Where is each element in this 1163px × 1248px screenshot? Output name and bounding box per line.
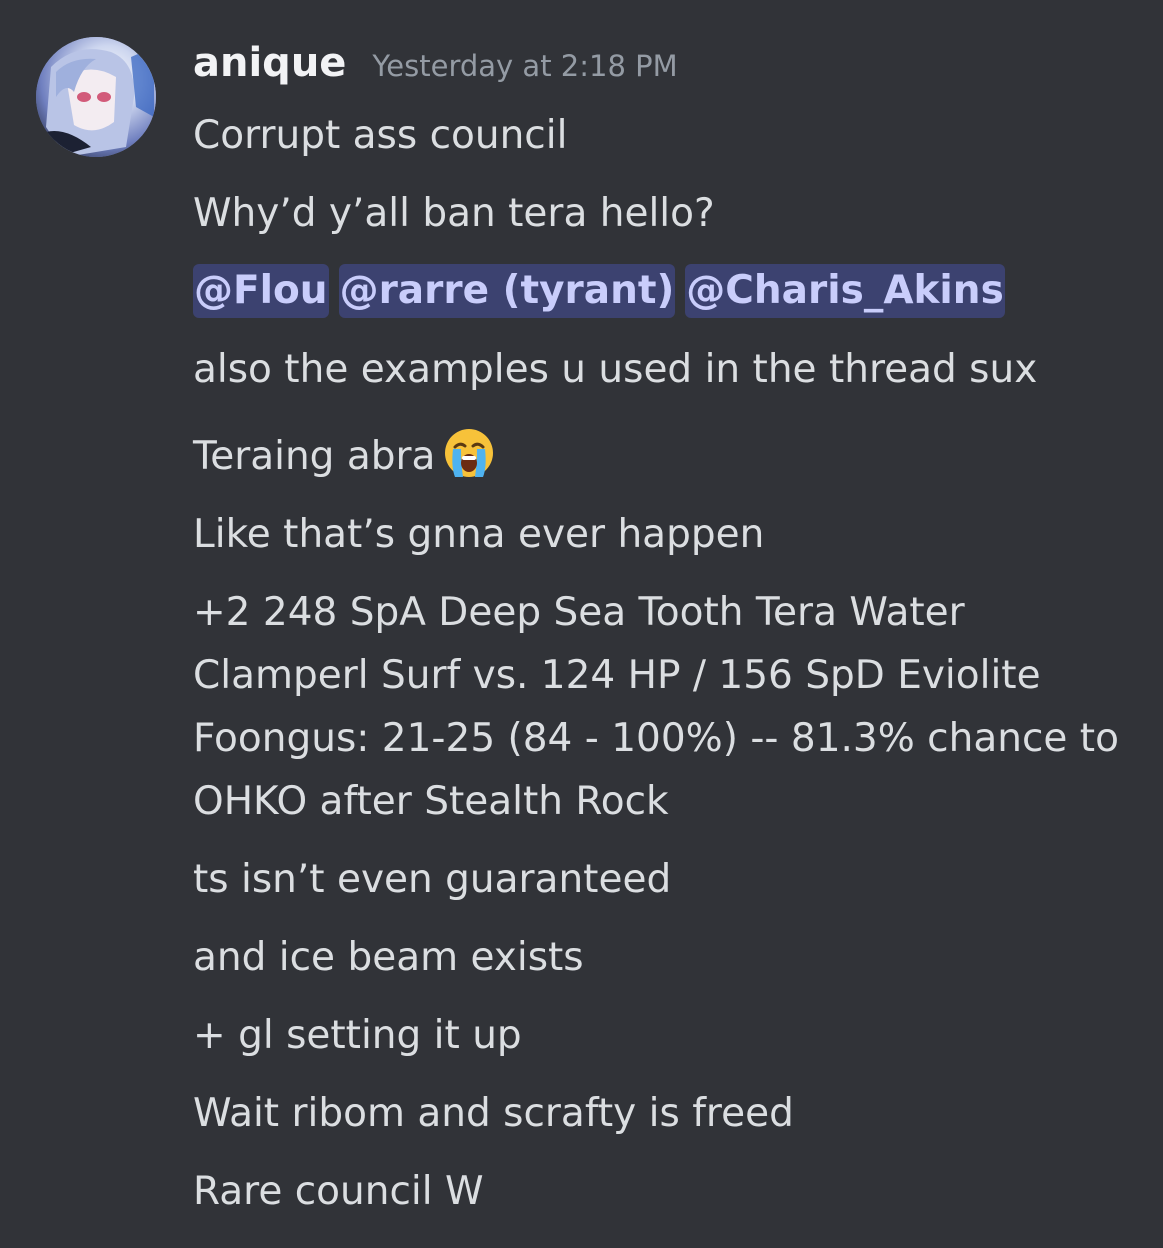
user-mention[interactable]: @rarre (tyrant) [338, 264, 676, 318]
damage-calc-line: +2 248 SpA Deep Sea Tooth Tera Water [193, 590, 965, 635]
message-line: also the examples u used in the thread s… [193, 347, 1038, 392]
damage-calc-line: Clamperl Surf vs. 124 HP / 156 SpD Eviol… [193, 653, 1041, 698]
user-mention[interactable]: @Charis_Akins [685, 264, 1005, 318]
chat-message: anique Yesterday at 2:18 PM Corrupt ass … [0, 0, 1163, 1248]
avatar[interactable] [36, 37, 156, 157]
damage-calc-line: OHKO after Stealth Rock [193, 779, 669, 824]
message-line: Teraing abra [193, 426, 495, 488]
username[interactable]: anique [193, 40, 346, 86]
message-line: + gl setting it up [193, 1013, 522, 1058]
anime-avatar-icon [36, 37, 156, 157]
message-line: and ice beam exists [193, 935, 584, 980]
message-line: ts isn’t even guaranteed [193, 857, 672, 902]
message-line: Rare council W [193, 1169, 484, 1214]
message-line: Corrupt ass council [193, 113, 568, 158]
user-mention[interactable]: @Flou [193, 264, 329, 318]
timestamp[interactable]: Yesterday at 2:18 PM [372, 49, 677, 83]
message-header: anique Yesterday at 2:18 PM [193, 40, 678, 96]
loudly-crying-face-icon [445, 429, 494, 477]
message-line: Like that’s gnna ever happen [193, 512, 765, 557]
message-line: Wait ribom and scrafty is freed [193, 1091, 794, 1136]
message-text: Teraing abra [193, 434, 436, 479]
message-line: Why’d y’all ban tera hello? [193, 191, 715, 236]
damage-calc-line: Foongus: 21-25 (84 - 100%) -- 81.3% chan… [193, 716, 1119, 761]
mentions-line: @Flou @rarre (tyrant) @Charis_Akins [193, 260, 1015, 322]
